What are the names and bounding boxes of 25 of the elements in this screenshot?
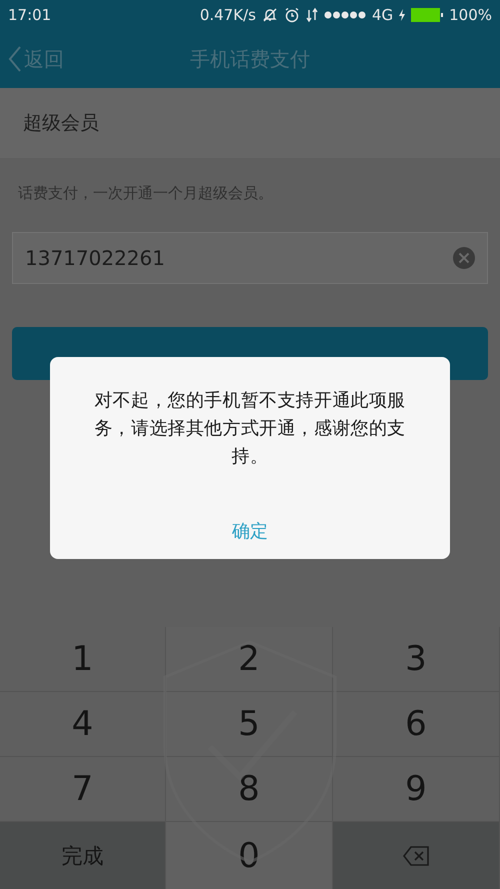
phone-input-field[interactable]: 13717022261 xyxy=(12,232,488,284)
battery-percent: 100% xyxy=(449,6,492,24)
chevron-left-icon xyxy=(8,45,22,73)
digit-key[interactable]: 5 xyxy=(166,692,333,757)
clock-time: 17:01 xyxy=(8,6,52,24)
battery-icon xyxy=(411,8,444,22)
back-button[interactable]: 返回 xyxy=(8,42,64,76)
done-key[interactable]: 完成 xyxy=(0,822,166,889)
muted-bell-icon xyxy=(262,7,278,23)
backspace-icon xyxy=(403,846,429,866)
digit-key[interactable]: 6 xyxy=(333,692,500,757)
section-title: 超级会员 xyxy=(23,111,99,136)
digit-key[interactable]: 8 xyxy=(166,757,333,822)
dialog-message: 对不起，您的手机暂不支持开通此项服务，请选择其他方式开通，感谢您的支持。 xyxy=(93,389,407,469)
alarm-icon xyxy=(284,7,300,23)
digit-key[interactable]: 3 xyxy=(333,627,500,692)
network-type: 4G xyxy=(372,6,394,24)
signal-dots-icon xyxy=(324,11,366,19)
confirm-button[interactable]: 确定 xyxy=(226,517,274,545)
digit-key[interactable]: 2 xyxy=(166,627,333,692)
network-speed: 0.47K/s xyxy=(200,6,256,24)
data-transfer-icon xyxy=(306,7,318,23)
page-title: 手机话费支付 xyxy=(190,46,310,73)
charging-bolt-icon xyxy=(399,9,406,21)
clear-icon[interactable] xyxy=(453,247,475,269)
